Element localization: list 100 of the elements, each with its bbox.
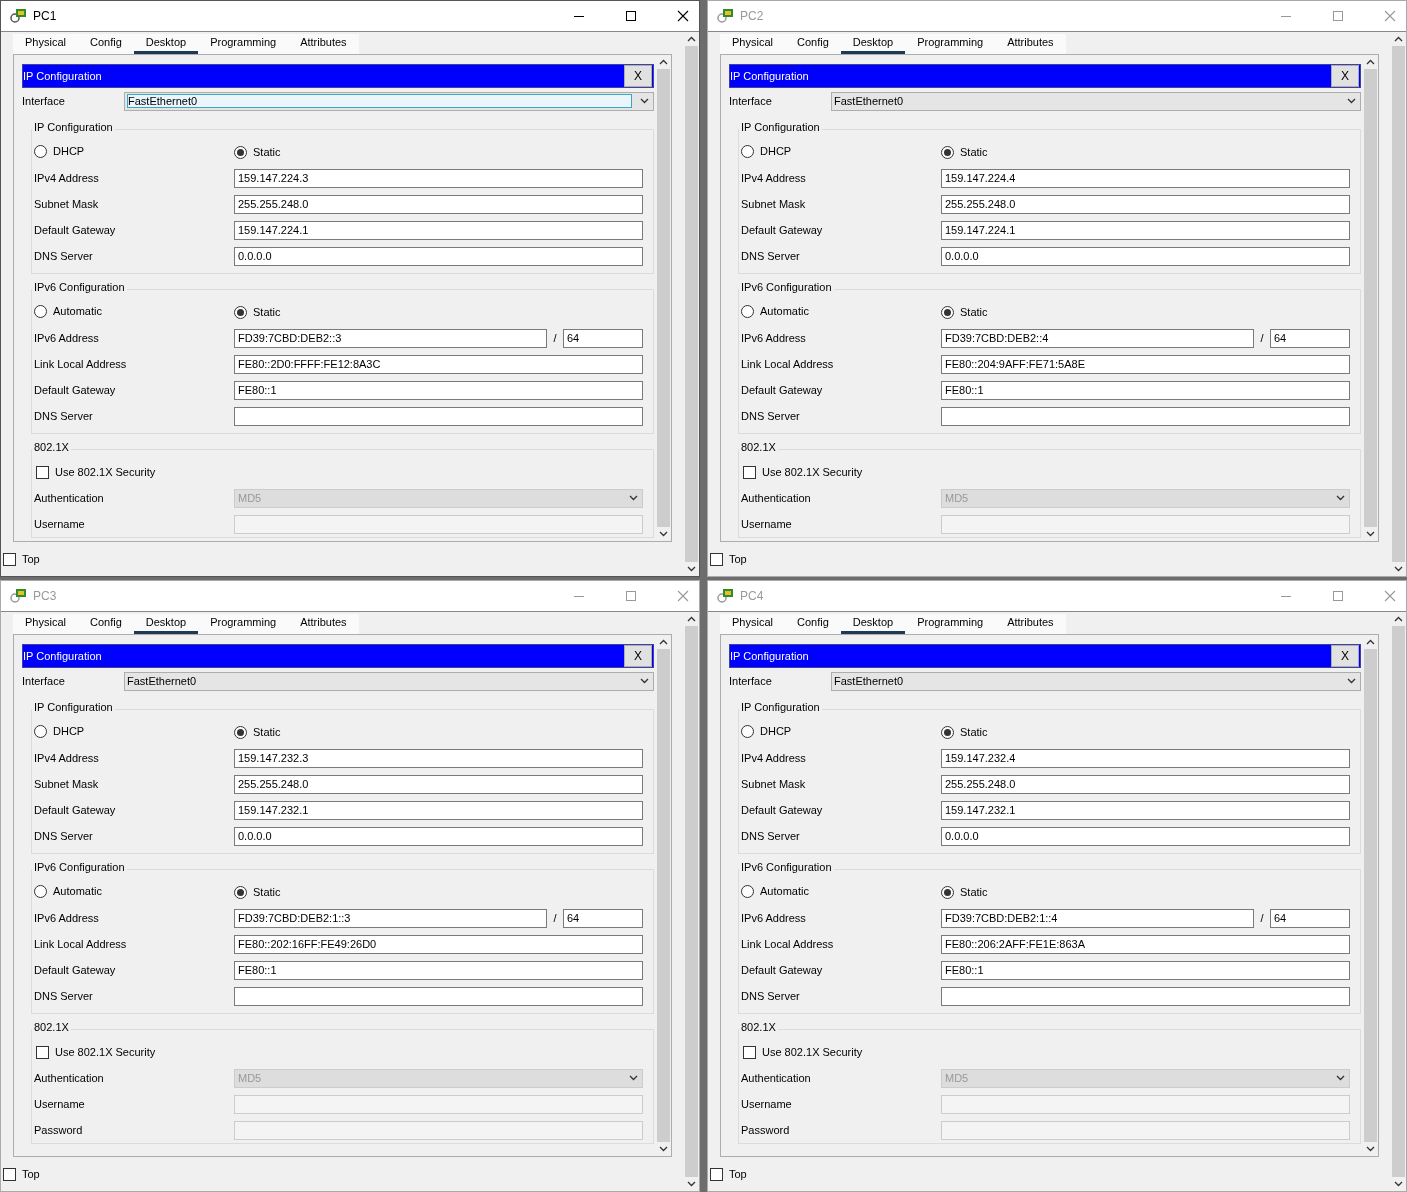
input-field[interactable]: 159.147.232.1 <box>234 800 643 820</box>
input-field[interactable]: 255.255.248.0 <box>941 774 1350 794</box>
input-field[interactable]: 0.0.0.0 <box>234 246 643 266</box>
interface-dropdown[interactable]: FastEthernet0 <box>831 91 1361 111</box>
scroll-down-icon[interactable] <box>1394 566 1403 572</box>
radio-button[interactable] <box>34 884 47 898</box>
input-field[interactable]: FE80::204:9AFF:FE71:5A8E <box>941 354 1350 374</box>
close-button[interactable]: X <box>624 645 652 667</box>
input-field[interactable] <box>234 406 643 426</box>
radio-button[interactable] <box>234 885 247 899</box>
tab[interactable]: Programming <box>905 614 996 634</box>
radio-button[interactable] <box>34 724 47 738</box>
close-icon[interactable] <box>677 10 689 22</box>
dropdown-icon[interactable] <box>640 98 649 104</box>
tab[interactable]: Attributes <box>288 614 359 634</box>
radio-button[interactable] <box>941 885 954 899</box>
tab[interactable]: Attributes <box>288 34 359 54</box>
input-field[interactable]: 0.0.0.0 <box>234 826 643 846</box>
tab[interactable]: Config <box>77 34 134 54</box>
checkbox[interactable] <box>36 1045 49 1059</box>
scroll-up-icon[interactable] <box>1366 639 1375 645</box>
input-field[interactable]: 255.255.248.0 <box>941 194 1350 214</box>
tab[interactable]: Config <box>784 614 841 634</box>
tab[interactable]: Physical <box>13 614 78 634</box>
radio-button[interactable] <box>234 145 247 159</box>
tab[interactable]: Programming <box>198 34 289 54</box>
scroll-down-icon[interactable] <box>687 1181 696 1187</box>
radio-button[interactable] <box>741 304 754 318</box>
input-field[interactable]: 255.255.248.0 <box>234 194 643 214</box>
radio-button[interactable] <box>34 304 47 318</box>
prefix-field[interactable]: 64 <box>1270 328 1350 348</box>
input-field[interactable]: FD39:7CBD:DEB2::3 <box>234 328 547 348</box>
tab[interactable]: Physical <box>720 614 785 634</box>
radio-button[interactable] <box>741 884 754 898</box>
tab[interactable]: Programming <box>905 34 996 54</box>
interface-dropdown[interactable]: FastEthernet0 <box>124 671 654 691</box>
input-field[interactable]: 159.147.224.3 <box>234 168 643 188</box>
prefix-field[interactable]: 64 <box>563 328 643 348</box>
radio-button[interactable] <box>234 305 247 319</box>
checkbox[interactable] <box>743 465 756 479</box>
input-field[interactable]: FD39:7CBD:DEB2::4 <box>941 328 1254 348</box>
radio-button[interactable] <box>941 305 954 319</box>
radio-button[interactable] <box>741 724 754 738</box>
checkbox[interactable] <box>743 1045 756 1059</box>
input-field[interactable]: 159.147.224.1 <box>234 220 643 240</box>
radio-button[interactable] <box>741 144 754 158</box>
input-field[interactable]: FD39:7CBD:DEB2:1::4 <box>941 908 1254 928</box>
scroll-down-icon[interactable] <box>659 1146 668 1152</box>
input-field[interactable]: FE80::2D0:FFFF:FE12:8A3C <box>234 354 643 374</box>
scroll-up-icon[interactable] <box>659 639 668 645</box>
input-field[interactable]: FD39:7CBD:DEB2:1::3 <box>234 908 547 928</box>
input-field[interactable]: 159.147.224.1 <box>941 220 1350 240</box>
interface-dropdown[interactable]: FastEthernet0 <box>124 91 654 111</box>
tab[interactable]: Config <box>77 614 134 634</box>
input-field[interactable]: 0.0.0.0 <box>941 246 1350 266</box>
input-field[interactable] <box>234 986 643 1006</box>
scroll-down-icon[interactable] <box>687 566 696 572</box>
checkbox[interactable] <box>3 1167 16 1181</box>
input-field[interactable]: FE80::206:2AFF:FE1E:863A <box>941 934 1350 954</box>
input-field[interactable]: FE80::1 <box>941 380 1350 400</box>
scroll-up-icon[interactable] <box>1394 36 1403 42</box>
scroll-up-icon[interactable] <box>687 616 696 622</box>
checkbox[interactable] <box>710 552 723 566</box>
radio-button[interactable] <box>941 145 954 159</box>
input-field[interactable]: FE80::1 <box>234 960 643 980</box>
input-field[interactable]: 159.147.232.4 <box>941 748 1350 768</box>
input-field[interactable]: 159.147.232.3 <box>234 748 643 768</box>
input-field[interactable]: FE80::202:16FF:FE49:26D0 <box>234 934 643 954</box>
checkbox[interactable] <box>3 552 16 566</box>
scroll-down-icon[interactable] <box>1394 1181 1403 1187</box>
prefix-field[interactable]: 64 <box>1270 908 1350 928</box>
interface-dropdown[interactable]: FastEthernet0 <box>831 671 1361 691</box>
input-field[interactable]: FE80::1 <box>234 380 643 400</box>
input-field[interactable]: 255.255.248.0 <box>234 774 643 794</box>
input-field[interactable]: 159.147.232.1 <box>941 800 1350 820</box>
scroll-up-icon[interactable] <box>1394 616 1403 622</box>
input-field[interactable] <box>941 986 1350 1006</box>
input-field[interactable] <box>941 406 1350 426</box>
tab[interactable]: Attributes <box>995 34 1066 54</box>
tab[interactable]: Physical <box>13 34 78 54</box>
prefix-field[interactable]: 64 <box>563 908 643 928</box>
input-field[interactable]: 159.147.224.4 <box>941 168 1350 188</box>
dropdown-icon[interactable] <box>1347 98 1356 104</box>
tab[interactable]: Attributes <box>995 614 1066 634</box>
scroll-down-icon[interactable] <box>1366 531 1375 537</box>
maximize-icon[interactable] <box>625 10 637 22</box>
scroll-up-icon[interactable] <box>659 59 668 65</box>
dropdown-icon[interactable] <box>1347 678 1356 684</box>
checkbox[interactable] <box>36 465 49 479</box>
radio-button[interactable] <box>34 144 47 158</box>
close-button[interactable]: X <box>1331 65 1359 87</box>
tab[interactable]: Programming <box>198 614 289 634</box>
input-field[interactable]: 0.0.0.0 <box>941 826 1350 846</box>
scroll-down-icon[interactable] <box>1366 1146 1375 1152</box>
dropdown-icon[interactable] <box>640 678 649 684</box>
close-button[interactable]: X <box>624 65 652 87</box>
radio-button[interactable] <box>941 725 954 739</box>
tab[interactable]: Physical <box>720 34 785 54</box>
tab[interactable]: Config <box>784 34 841 54</box>
close-button[interactable]: X <box>1331 645 1359 667</box>
